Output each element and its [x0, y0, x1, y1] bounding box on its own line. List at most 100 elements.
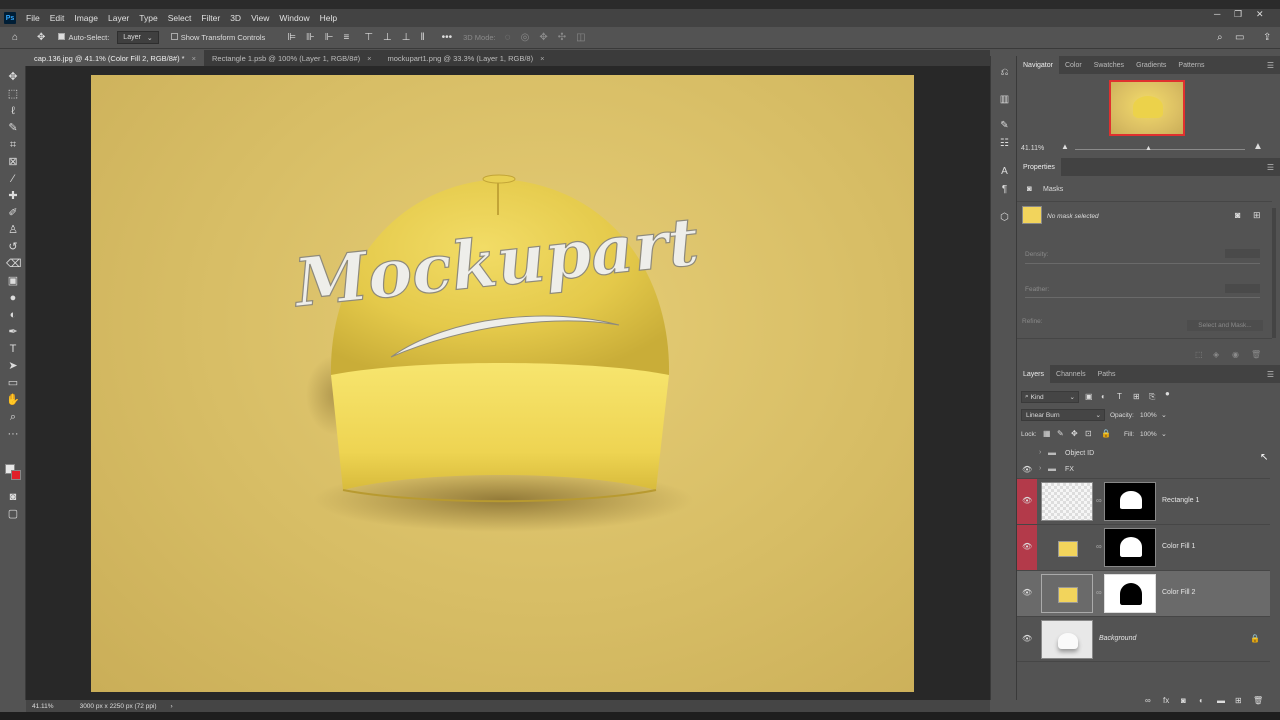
- layer-group-fx[interactable]: 👁 › ▬ FX: [1017, 462, 1270, 478]
- layer-thumbnail[interactable]: [1041, 574, 1093, 613]
- chevron-right-icon[interactable]: ›: [171, 703, 173, 710]
- character-icon[interactable]: A: [998, 166, 1011, 179]
- feather-field[interactable]: [1225, 284, 1260, 293]
- close-icon[interactable]: ✕: [1256, 9, 1264, 20]
- chevron-right-icon[interactable]: ›: [1039, 465, 1041, 472]
- filter-toggle-icon[interactable]: ●: [1165, 389, 1170, 398]
- layer-mask-thumbnail[interactable]: [1104, 482, 1156, 521]
- chevron-down-icon[interactable]: ⌄: [1161, 411, 1167, 419]
- filter-shape-icon[interactable]: ⊞: [1133, 392, 1140, 401]
- filter-pixel-icon[interactable]: ▣: [1085, 392, 1093, 401]
- delete-layer-icon[interactable]: 🗑: [1253, 696, 1263, 705]
- filter-smart-object-icon[interactable]: ⎘: [1149, 392, 1155, 402]
- filter-type-icon[interactable]: T: [1117, 392, 1122, 401]
- visibility-off-icon[interactable]: ◌: [1022, 449, 1026, 456]
- tab-layers[interactable]: Layers: [1017, 365, 1051, 383]
- eye-icon[interactable]: 👁: [1022, 634, 1032, 644]
- eye-icon[interactable]: 👁: [1022, 542, 1032, 552]
- density-field[interactable]: [1225, 249, 1260, 258]
- tab-paths[interactable]: Paths: [1092, 365, 1122, 383]
- link-layers-icon[interactable]: ∞: [1145, 696, 1151, 705]
- lock-artboard-icon[interactable]: ⊡: [1085, 429, 1092, 438]
- layer-thumbnail[interactable]: [1041, 482, 1093, 521]
- home-icon[interactable]: ⌂: [12, 32, 18, 43]
- panel-menu-icon[interactable]: ☰: [1267, 370, 1274, 379]
- menu-file[interactable]: File: [21, 13, 45, 23]
- filter-adjustment-icon[interactable]: ◐: [1101, 392, 1106, 401]
- fx-icon[interactable]: fx: [1163, 696, 1169, 705]
- zoom-slider-track[interactable]: [1075, 149, 1245, 150]
- lock-all-icon[interactable]: 🔒: [1101, 429, 1111, 438]
- navigator-zoom[interactable]: 41.11%: [1021, 145, 1044, 152]
- background-color-swatch[interactable]: [11, 470, 21, 480]
- show-transform-controls-checkbox[interactable]: Show Transform Controls: [170, 33, 265, 42]
- eye-icon[interactable]: 👁: [1022, 465, 1032, 474]
- menu-layer[interactable]: Layer: [103, 13, 134, 23]
- eraser-tool-icon[interactable]: ⌫: [6, 257, 22, 271]
- screen-mode-icon[interactable]: ▢: [6, 507, 20, 521]
- align-left-icon[interactable]: ⊫: [287, 32, 296, 43]
- menu-filter[interactable]: Filter: [196, 13, 225, 23]
- menu-view[interactable]: View: [246, 13, 274, 23]
- gradient-tool-icon[interactable]: ▣: [6, 274, 20, 288]
- chevron-right-icon[interactable]: ›: [1039, 449, 1041, 456]
- menu-help[interactable]: Help: [315, 13, 342, 23]
- close-icon[interactable]: ×: [540, 54, 544, 63]
- menu-edit[interactable]: Edit: [45, 13, 70, 23]
- search-icon[interactable]: ⌕: [1217, 32, 1223, 43]
- workspace-icon[interactable]: ▭: [1235, 32, 1244, 43]
- auto-select-target-dropdown[interactable]: Layer ⌄: [117, 31, 159, 44]
- more-tools-icon[interactable]: ···: [6, 427, 20, 441]
- zoom-tool-icon[interactable]: ⌕: [6, 410, 20, 424]
- eyedropper-tool-icon[interactable]: ⁄: [6, 172, 20, 186]
- layer-mask-thumbnail[interactable]: [1104, 574, 1156, 613]
- history-brush-icon[interactable]: ↺: [6, 240, 20, 254]
- tab-patterns[interactable]: Patterns: [1172, 56, 1210, 74]
- stamp-tool-icon[interactable]: ♙: [6, 223, 20, 237]
- layer-mask-thumbnail[interactable]: [1104, 528, 1156, 567]
- tab-swatches[interactable]: Swatches: [1088, 56, 1130, 74]
- share-icon[interactable]: ⇪: [1263, 32, 1271, 43]
- quick-select-tool-icon[interactable]: ✎: [6, 121, 20, 135]
- type-tool-icon[interactable]: T: [6, 342, 20, 356]
- density-slider[interactable]: [1025, 263, 1260, 264]
- chevron-down-icon[interactable]: ⌄: [1161, 430, 1167, 438]
- quick-mask-icon[interactable]: ◙: [6, 490, 20, 504]
- align-bottom-icon[interactable]: ⊥: [402, 32, 411, 43]
- layer-row-color-fill-2[interactable]: 👁 ∞ Color Fill 2: [1017, 570, 1270, 616]
- add-vector-mask-icon[interactable]: ⊞: [1253, 210, 1261, 221]
- brush-tool-icon[interactable]: ✐: [6, 206, 20, 220]
- more-options-icon[interactable]: •••: [442, 32, 453, 43]
- histogram-icon[interactable]: ▥: [998, 94, 1011, 107]
- close-icon[interactable]: ×: [192, 54, 196, 63]
- lock-image-icon[interactable]: ✎: [1057, 429, 1064, 438]
- panel-menu-icon[interactable]: ☰: [1267, 61, 1274, 70]
- tab-mockupart1[interactable]: mockupart1.png @ 33.3% (Layer 1, RGB/8) ×: [379, 50, 553, 66]
- eye-icon[interactable]: 👁: [1022, 496, 1032, 506]
- properties-scrollbar[interactable]: [1272, 208, 1276, 338]
- link-icon[interactable]: ∞: [1096, 542, 1102, 551]
- auto-select-checkbox[interactable]: Auto-Select:: [58, 33, 109, 42]
- select-and-mask-button[interactable]: Select and Mask...: [1187, 320, 1263, 331]
- lasso-tool-icon[interactable]: ℓ: [6, 104, 20, 118]
- menu-image[interactable]: Image: [69, 13, 103, 23]
- status-zoom[interactable]: 41.11%: [32, 703, 54, 710]
- distribute-vertical-icon[interactable]: ‖: [420, 32, 424, 43]
- lock-icon[interactable]: 🔒: [1250, 634, 1260, 643]
- path-select-icon[interactable]: ➤: [6, 359, 20, 373]
- adjustments-icon[interactable]: ☷: [998, 138, 1011, 151]
- tab-channels[interactable]: Channels: [1050, 365, 1092, 383]
- fill-value[interactable]: 100%: [1140, 431, 1157, 438]
- layer-filter-kind-dropdown[interactable]: ⌕ Kind ⌄: [1021, 391, 1079, 403]
- layer-row-background[interactable]: 👁 Background 🔒: [1017, 616, 1270, 662]
- eye-icon[interactable]: 👁: [1022, 588, 1032, 598]
- opacity-value[interactable]: 100%: [1140, 412, 1157, 419]
- menu-window[interactable]: Window: [274, 13, 314, 23]
- link-icon[interactable]: ∞: [1096, 496, 1102, 505]
- 3d-icon[interactable]: ⬡: [998, 212, 1011, 225]
- lock-transparency-icon[interactable]: ▦: [1043, 429, 1051, 438]
- move-tool-icon[interactable]: ✥: [6, 70, 20, 84]
- brush-settings-icon[interactable]: ✎: [998, 120, 1011, 133]
- align-middle-icon[interactable]: ⊥: [383, 32, 392, 43]
- crop-tool-icon[interactable]: ⌗: [6, 138, 20, 152]
